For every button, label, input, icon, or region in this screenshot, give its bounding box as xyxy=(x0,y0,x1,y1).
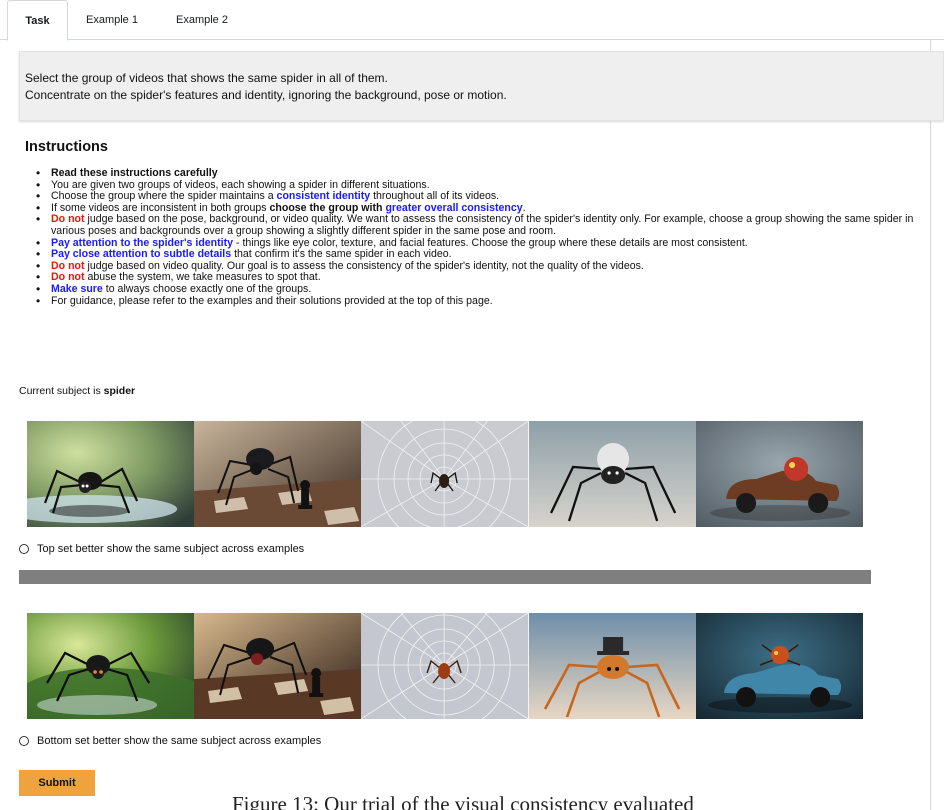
bottom-video-2 xyxy=(194,613,362,719)
instruction-text: Choose the group where the spider mainta… xyxy=(51,190,277,203)
task-prompt-line-1: Select the group of videos that shows th… xyxy=(25,71,388,85)
instruction-text: Do not xyxy=(51,213,85,226)
instruction-text: throughout all of its videos. xyxy=(370,190,500,203)
top-video-3 xyxy=(361,421,529,527)
current-subject-name: spider xyxy=(103,385,136,397)
top-set-radio[interactable] xyxy=(19,544,29,554)
bottom-set-option[interactable]: Bottom set better show the same subject … xyxy=(19,735,321,747)
instruction-text: Do not xyxy=(51,271,85,284)
instruction-text: abuse the system, we take measures to sp… xyxy=(84,271,321,284)
bottom-set-radio[interactable] xyxy=(19,736,29,746)
bottom-video-1 xyxy=(27,613,195,719)
instruction-text: . xyxy=(522,201,526,214)
set-divider xyxy=(19,570,871,584)
instructions-list: Read these instructions carefullyYou are… xyxy=(36,167,926,308)
top-video-5 xyxy=(695,421,863,527)
task-prompt-line-2: Concentrate on the spider's features and… xyxy=(25,88,507,102)
submit-button[interactable]: Submit xyxy=(19,770,95,796)
instruction-text: Read these instructions carefully xyxy=(51,167,218,179)
bottom-video-3 xyxy=(361,613,529,719)
task-prompt-box: Select the group of videos that shows th… xyxy=(19,51,944,121)
top-set-option[interactable]: Top set better show the same subject acr… xyxy=(19,543,304,555)
instruction-text: consistent identity xyxy=(276,190,371,203)
instruction-text: greater overall consistency xyxy=(385,201,523,214)
tab-task[interactable]: Task xyxy=(7,0,68,41)
top-video-4 xyxy=(528,421,696,527)
top-set-label: Top set better show the same subject acr… xyxy=(37,543,305,555)
bottom-video-set xyxy=(27,613,863,719)
bottom-video-4 xyxy=(528,613,696,719)
instruction-text: You are given two groups of videos, each… xyxy=(51,178,430,191)
instruction-text: Pay attention to the spider's identity xyxy=(51,236,234,249)
instruction-text: If some videos are inconsistent in both … xyxy=(51,201,270,214)
instruction-text: judge based on the pose, background, or … xyxy=(51,213,914,237)
top-video-1 xyxy=(27,421,195,527)
instruction-text: to always choose exactly one of the grou… xyxy=(102,282,312,295)
top-video-2 xyxy=(194,421,362,527)
instruction-text: For guidance, please refer to the exampl… xyxy=(51,294,493,307)
instructions-heading: Instructions xyxy=(25,139,108,155)
tab-example-1[interactable]: Example 1 xyxy=(70,0,154,40)
instruction-text: that confirm it's the same spider in eac… xyxy=(231,248,452,261)
instruction-text: Pay close attention to subtle details xyxy=(51,248,232,261)
instruction-item: Do not judge based on the pose, backgrou… xyxy=(36,214,926,237)
current-subject-prefix: Current subject is xyxy=(19,385,104,397)
figure-caption: Figure 13: Our trial of the visual consi… xyxy=(232,792,694,810)
tab-example-2[interactable]: Example 2 xyxy=(160,0,244,40)
vertical-scrollbar[interactable] xyxy=(930,40,944,810)
instruction-text: choose the group with xyxy=(269,201,386,214)
instruction-text: Do not xyxy=(51,259,85,272)
tab-bar: Task Example 1 Example 2 xyxy=(0,0,944,41)
instruction-text: judge based on video quality. Our goal i… xyxy=(84,259,644,272)
top-video-set xyxy=(27,421,863,527)
instruction-text: - things like eye color, texture, and fa… xyxy=(233,236,748,249)
bottom-set-label: Bottom set better show the same subject … xyxy=(37,735,322,747)
current-subject: Current subject is spider xyxy=(19,385,135,397)
bottom-video-5 xyxy=(695,613,863,719)
instruction-text: Make sure xyxy=(51,282,103,295)
instruction-item: For guidance, please refer to the exampl… xyxy=(36,294,926,308)
